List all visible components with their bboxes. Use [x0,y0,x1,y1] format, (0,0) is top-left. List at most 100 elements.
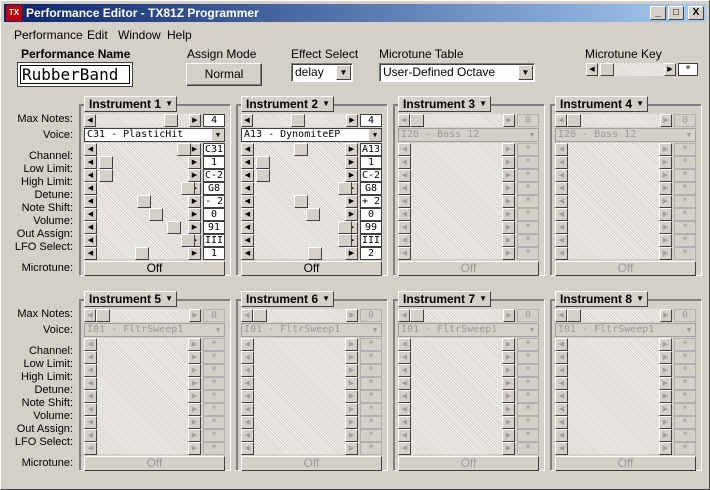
arrow-right-icon[interactable]: ▶ [188,442,201,455]
arrow-left-icon[interactable]: ◀ [398,234,411,247]
max-notes-slider[interactable]: ◀ ▶ [398,309,515,322]
arrow-left-icon[interactable]: ◀ [398,156,411,169]
arrow-right-icon[interactable]: ▶ [502,351,515,364]
arrow-left-icon[interactable]: ◀ [398,247,411,260]
arrow-right-icon[interactable]: ▶ [345,442,358,455]
instrument-header[interactable]: Instrument 3 ▼ [398,96,491,112]
arrow-right-icon[interactable]: ▶ [345,247,358,260]
arrow-right-icon[interactable]: ▶ [188,338,201,351]
arrow-right-icon[interactable]: ▶ [659,403,672,416]
parameter-value[interactable]: * [203,442,225,455]
max-notes-slider[interactable]: ◀ ▶ [241,309,358,322]
arrow-right-icon[interactable]: ▶ [659,143,672,156]
arrow-left-icon[interactable]: ◀ [398,309,410,322]
arrow-right-icon[interactable]: ▶ [659,364,672,377]
arrow-left-icon[interactable]: ◀ [241,182,254,195]
parameter-value[interactable]: * [517,390,539,403]
arrow-left-icon[interactable]: ◀ [555,195,568,208]
arrow-right-icon[interactable]: ▶ [345,429,358,442]
arrow-left-icon[interactable]: ◀ [398,169,411,182]
arrow-right-icon[interactable]: ▶ [659,208,672,221]
max-notes-value[interactable]: 0 [674,309,696,322]
menu-edit[interactable]: Edit [87,28,108,42]
arrow-left-icon[interactable]: ◀ [555,351,568,364]
arrow-left-icon[interactable]: ◀ [84,338,97,351]
parameter-value[interactable]: * [674,377,696,390]
parameter-value[interactable]: * [517,338,539,351]
slider-thumb[interactable] [294,195,308,208]
parameter-value[interactable]: * [517,416,539,429]
arrow-right-icon[interactable]: ▶ [503,309,515,322]
arrow-right-icon[interactable]: ▶ [188,351,201,364]
arrow-left-icon[interactable]: ◀ [398,429,411,442]
parameter-value[interactable]: * [674,442,696,455]
microtune-key-value[interactable]: * [678,63,698,76]
parameter-value[interactable]: 91 [203,221,225,234]
parameter-value[interactable]: * [360,390,382,403]
arrow-right-icon[interactable]: ▶ [502,338,515,351]
arrow-left-icon[interactable]: ◀ [84,247,97,260]
voice-dropdown[interactable]: I28 - Bass 12 ▼ [398,128,539,142]
slider-thumb[interactable] [99,156,113,169]
arrow-right-icon[interactable]: ▶ [188,403,201,416]
arrow-left-icon[interactable]: ◀ [84,429,97,442]
parameter-value[interactable]: * [203,338,225,351]
arrow-left-icon[interactable]: ◀ [241,221,254,234]
slider-thumb[interactable] [256,156,270,169]
slider-thumb[interactable] [338,234,352,247]
parameter-value[interactable]: * [360,429,382,442]
arrow-left-icon[interactable]: ◀ [398,208,411,221]
arrow-right-icon[interactable]: ▶ [502,182,515,195]
slider-thumb[interactable] [181,234,195,247]
arrow-left-icon[interactable]: ◀ [555,234,568,247]
arrow-right-icon[interactable]: ▶ [189,309,201,322]
parameter-value[interactable]: * [517,208,539,221]
arrow-left-icon[interactable]: ◀ [398,416,411,429]
parameter-value[interactable]: * [517,247,539,260]
parameter-value[interactable]: * [360,442,382,455]
chevron-down-icon[interactable]: ▼ [369,324,381,336]
arrow-left-icon[interactable]: ◀ [555,247,568,260]
arrow-left-icon[interactable]: ◀ [84,156,97,169]
parameter-value[interactable]: * [517,182,539,195]
arrow-left-icon[interactable]: ◀ [398,338,411,351]
arrow-left-icon[interactable]: ◀ [84,364,97,377]
parameter-value[interactable]: 0 [203,208,225,221]
max-notes-value[interactable]: 0 [517,114,539,127]
arrow-left-icon[interactable]: ◀ [398,195,411,208]
microtune-key-slider[interactable]: ◀ ▶ [586,63,676,76]
slider-thumb[interactable] [294,143,308,156]
arrow-left-icon[interactable]: ◀ [555,377,568,390]
arrow-left-icon[interactable]: ◀ [241,156,254,169]
parameter-value[interactable]: * [517,234,539,247]
arrow-right-icon[interactable]: ▶ [502,169,515,182]
arrow-right-icon[interactable]: ▶ [660,114,672,127]
arrow-right-icon[interactable]: ▶ [188,169,201,182]
voice-dropdown[interactable]: A13 - DynomiteEP ▼ [241,128,382,142]
arrow-left-icon[interactable]: ◀ [241,114,253,127]
arrow-right-icon[interactable]: ▶ [502,390,515,403]
parameter-value[interactable]: * [203,377,225,390]
menu-window[interactable]: Window [118,28,161,42]
microtune-table-dropdown[interactable]: User-Defined Octave ▼ [379,63,535,82]
instrument-header[interactable]: Instrument 7 ▼ [398,291,491,307]
arrow-right-icon[interactable]: ▶ [188,377,201,390]
voice-dropdown[interactable]: I01 - FltrSweep1 ▼ [84,323,225,337]
slider-thumb[interactable] [177,143,191,156]
parameter-value[interactable]: * [203,390,225,403]
arrow-left-icon[interactable]: ◀ [555,309,567,322]
arrow-right-icon[interactable]: ▶ [502,234,515,247]
voice-dropdown[interactable]: C31 - PlasticHit ▼ [84,128,225,142]
slider-thumb[interactable] [181,182,195,195]
parameter-value[interactable]: * [674,429,696,442]
parameter-value[interactable]: * [674,143,696,156]
arrow-right-icon[interactable]: ▶ [345,156,358,169]
parameter-value[interactable]: * [517,195,539,208]
parameter-value[interactable]: * [674,169,696,182]
arrow-left-icon[interactable]: ◀ [555,143,568,156]
parameter-value[interactable]: * [674,182,696,195]
arrow-right-icon[interactable]: ▶ [345,416,358,429]
arrow-right-icon[interactable]: ▶ [503,114,515,127]
arrow-left-icon[interactable]: ◀ [398,143,411,156]
parameter-value[interactable]: 1 [203,156,225,169]
